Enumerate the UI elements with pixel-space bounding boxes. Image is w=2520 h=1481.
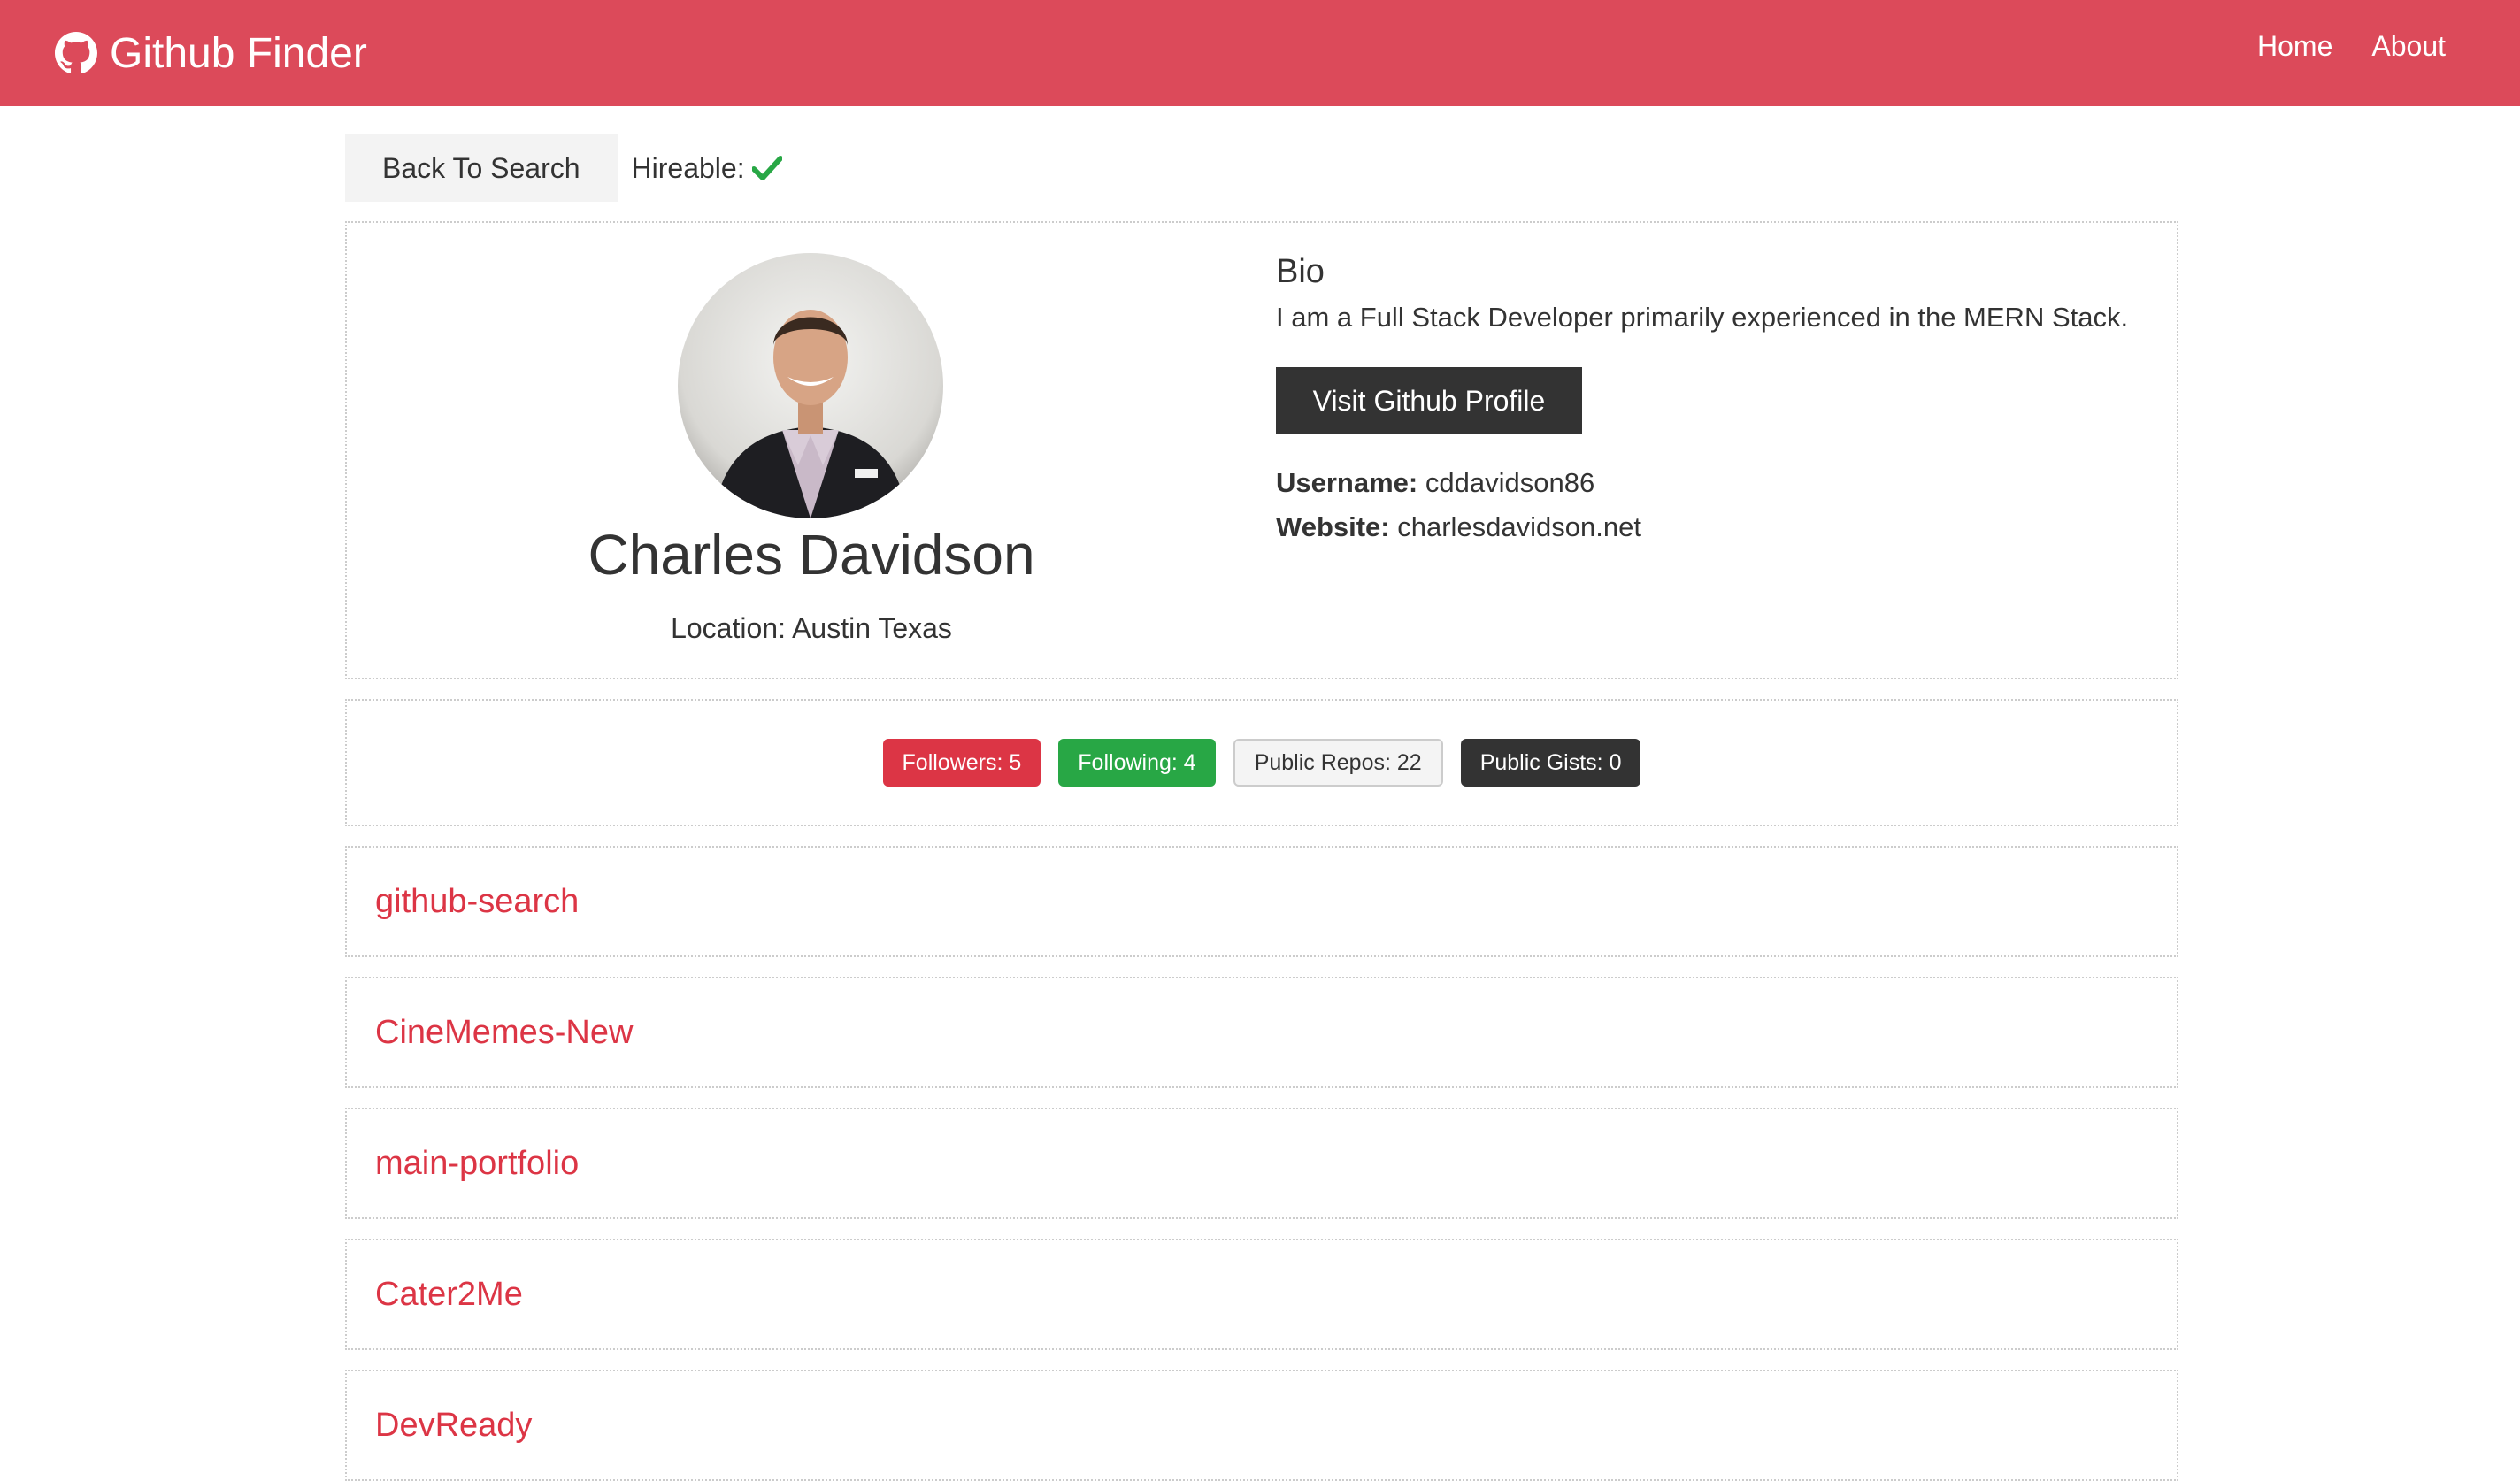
profile-summary: Charles Davidson Location: Austin Texas	[347, 223, 1276, 678]
bio-heading: Bio	[1276, 253, 1325, 290]
repo-item: DevReady	[345, 1370, 2178, 1481]
repo-item: Cater2Me	[345, 1239, 2178, 1350]
public-repos-badge: Public Repos: 22	[1233, 739, 1443, 787]
nav-links: Home About	[2257, 30, 2446, 63]
hireable-status: Hireable:	[632, 152, 782, 185]
check-icon	[751, 155, 782, 181]
repo-link[interactable]: DevReady	[375, 1407, 532, 1445]
repo-item: main-portfolio	[345, 1108, 2178, 1219]
username-row: Username: cddavidson86	[1276, 461, 2161, 505]
back-to-search-button[interactable]: Back To Search	[345, 134, 618, 202]
following-badge: Following: 4	[1058, 739, 1216, 787]
avatar	[678, 253, 943, 518]
repo-item: github-search	[345, 846, 2178, 957]
website-row: Website: charlesdavidson.net	[1276, 505, 2161, 549]
profile-card: Charles Davidson Location: Austin Texas …	[345, 221, 2178, 679]
hireable-label: Hireable:	[631, 151, 745, 184]
website-label: Website:	[1276, 511, 1390, 542]
github-icon	[55, 32, 97, 74]
username-value: cddavidson86	[1425, 467, 1595, 498]
repo-link[interactable]: github-search	[375, 883, 579, 921]
stats-card: Followers: 5 Following: 4 Public Repos: …	[345, 699, 2178, 826]
public-gists-badge: Public Gists: 0	[1460, 739, 1641, 787]
profile-name: Charles Davidson	[588, 523, 1035, 587]
visit-github-profile-button[interactable]: Visit Github Profile	[1276, 367, 1582, 434]
followers-badge: Followers: 5	[882, 739, 1041, 787]
profile-meta: Username: cddavidson86 Website: charlesd…	[1276, 461, 2161, 549]
bio-text: I am a Full Stack Developer primarily ex…	[1276, 302, 2129, 333]
repo-item: CineMemes-New	[345, 977, 2178, 1088]
profile-location: Location: Austin Texas	[671, 612, 952, 644]
repo-link[interactable]: Cater2Me	[375, 1276, 523, 1314]
repo-link[interactable]: main-portfolio	[375, 1145, 579, 1183]
main-container: Back To Search Hireable: Charles Davidso…	[345, 134, 2178, 1481]
username-label: Username:	[1276, 467, 1418, 498]
action-bar: Back To Search Hireable:	[345, 134, 2178, 202]
brand[interactable]: Github Finder	[55, 25, 367, 81]
nav-home-link[interactable]: Home	[2257, 30, 2332, 63]
navbar: Github Finder Home About	[0, 0, 2520, 106]
nav-about-link[interactable]: About	[2371, 30, 2446, 63]
brand-title: Github Finder	[110, 29, 367, 77]
repo-link[interactable]: CineMemes-New	[375, 1014, 633, 1052]
website-value: charlesdavidson.net	[1397, 511, 1641, 542]
profile-details: Bio I am a Full Stack Developer primaril…	[1276, 253, 2161, 549]
